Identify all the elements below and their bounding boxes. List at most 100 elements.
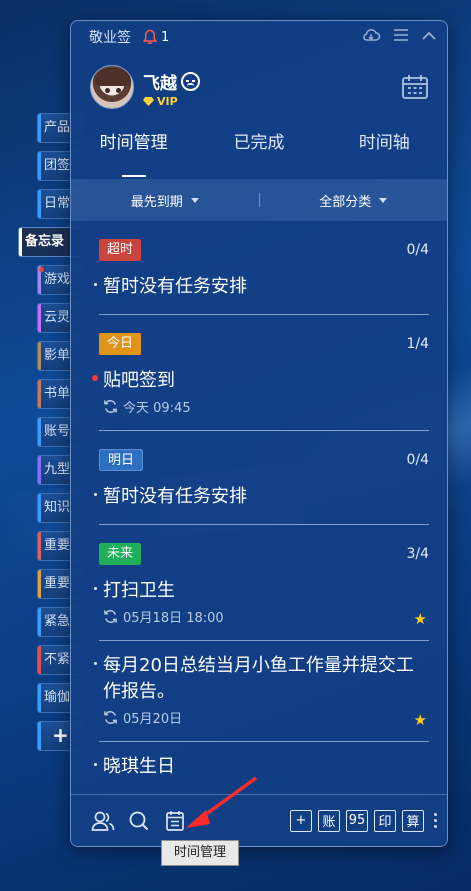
task-meta: 05月18日 18:00 (103, 607, 429, 626)
tab-bar: 时间管理 已完成 时间轴 (71, 119, 447, 179)
side-tab-label: 产品 (44, 120, 71, 135)
repeat-reminder-icon (103, 609, 118, 624)
filter-bar: 最先到期 全部分类 (71, 179, 447, 221)
side-tab-label: + (52, 723, 69, 747)
bell-icon[interactable] (143, 29, 157, 45)
tooltip: 时间管理 (161, 840, 239, 866)
menu-icon[interactable] (393, 28, 409, 46)
username-text: 飞越 (143, 74, 177, 94)
section-header: 今日 1/4 (99, 332, 429, 356)
task-title: 暂时没有任务安排 (103, 486, 247, 507)
task-time: 05月20日 (123, 712, 183, 727)
section-header: 明日 0/4 (99, 448, 429, 472)
task-title: 打扫卫生 (103, 580, 175, 601)
tab-time-management[interactable]: 时间管理 (71, 119, 196, 179)
task-item[interactable]: 打扫卫生 05月18日 18:00 ★ (94, 566, 429, 641)
task-section-future: 未来 3/4 打扫卫生 05月18日 18:00 ★ 每月20日总结当月小鱼工作量并提交工… (94, 542, 429, 795)
side-tab-label: 紧急 (44, 614, 71, 629)
calendar-icon[interactable] (401, 73, 429, 101)
more-options-icon[interactable] (434, 813, 437, 828)
quick-tool-button[interactable]: 印 (374, 809, 396, 832)
side-tab-label: 九型 (44, 462, 71, 477)
vip-label: VIP (157, 95, 178, 108)
repeat-reminder-icon (103, 399, 118, 414)
tab-color-edge (19, 228, 22, 256)
contacts-icon[interactable] (91, 809, 115, 833)
app-name: 敬业签 (89, 30, 131, 46)
task-item[interactable]: 晓琪生日 (94, 742, 429, 795)
task-item[interactable]: 贴吧签到今天 09:45 (92, 356, 429, 431)
category-dropdown[interactable]: 全部分类 (260, 191, 448, 210)
quick-tool-button[interactable]: 账 (318, 809, 340, 832)
time-management-icon[interactable] (163, 809, 187, 833)
title-bar: 敬业签 1 (71, 21, 447, 53)
side-tab-label: 日常 (44, 196, 71, 211)
task-meta: 05月20日 (103, 708, 429, 727)
main-panel: 敬业签 1 飞越 VIP 时间管理 已完成 时间轴 最先到期 全部分类 超时 0… (70, 20, 448, 847)
side-tab-label: 重要 (44, 538, 71, 553)
bottom-toolbar: + 账 95 印算 (71, 794, 447, 846)
tab-timeline[interactable]: 时间轴 (322, 119, 447, 179)
side-tab-label: 云灵 (44, 310, 71, 325)
side-tab-label: 团签 (44, 158, 71, 173)
side-tab-label: 知识 (44, 500, 71, 515)
quick-tool-button[interactable]: 算 (402, 809, 424, 832)
bullet-dot (94, 283, 97, 286)
task-list[interactable]: 超时 0/4 暂时没有任务安排 今日 1/4 贴吧签到 今天 09:45 明日 0/4 暂时没有任… (71, 221, 447, 796)
tab-color-edge (38, 304, 41, 332)
bullet-dot (94, 763, 97, 766)
section-count: 0/4 (406, 452, 429, 468)
star-icon[interactable]: ★ (414, 711, 427, 729)
chevron-down-icon (379, 197, 388, 203)
angry-face-icon (181, 72, 200, 91)
profile-area: 飞越 VIP (71, 53, 447, 119)
task-title: 暂时没有任务安排 (103, 276, 247, 297)
side-tab-label: 游戏 (44, 272, 71, 287)
side-tab-label: 备忘录 (25, 234, 65, 249)
section-badge: 未来 (99, 543, 142, 565)
section-count: 0/4 (406, 242, 429, 258)
star-icon[interactable]: ★ (414, 610, 427, 628)
quick-tool-button[interactable]: 95 (346, 809, 368, 832)
task-time: 今天 09:45 (123, 401, 191, 416)
tab-color-edge (38, 114, 41, 142)
username: 飞越 (143, 69, 200, 94)
cloud-sync-icon[interactable] (361, 27, 381, 47)
side-tab-label: 不紧 (44, 652, 71, 667)
task-item[interactable]: 暂时没有任务安排 (94, 472, 429, 525)
tab-color-edge (38, 418, 41, 446)
tab-color-edge (38, 152, 41, 180)
tab-color-edge (38, 684, 41, 712)
sort-dropdown[interactable]: 最先到期 (71, 191, 259, 210)
collapse-icon[interactable] (421, 29, 437, 45)
tab-color-edge (38, 456, 41, 484)
bullet-dot (94, 493, 97, 496)
bullet-dot (94, 587, 97, 590)
side-tab-label: 瑜伽 (44, 690, 71, 705)
vip-badge: VIP (143, 95, 178, 108)
tab-completed[interactable]: 已完成 (196, 119, 321, 179)
tab-color-edge (38, 608, 41, 636)
side-tab-label: 重要 (44, 576, 71, 591)
tab-color-edge (38, 646, 41, 674)
search-icon[interactable] (127, 809, 151, 833)
section-header: 未来 3/4 (99, 542, 429, 566)
repeat-reminder-icon (103, 710, 118, 725)
tab-color-edge (38, 722, 41, 750)
unread-dot (39, 267, 44, 272)
task-section-overdue: 超时 0/4 暂时没有任务安排 (94, 238, 429, 315)
section-header: 超时 0/4 (99, 238, 429, 262)
section-badge: 今日 (99, 333, 142, 355)
tab-color-edge (38, 190, 41, 218)
tab-color-edge (38, 532, 41, 560)
category-label: 全部分类 (319, 194, 372, 210)
add-task-button[interactable]: + (290, 809, 312, 832)
task-item[interactable]: 暂时没有任务安排 (94, 262, 429, 315)
task-title: 晓琪生日 (103, 756, 175, 777)
task-section-today: 今日 1/4 贴吧签到 今天 09:45 (92, 332, 429, 431)
avatar[interactable] (90, 65, 134, 109)
reminder-dot (92, 375, 98, 381)
task-item[interactable]: 每月20日总结当月小鱼工作量并提交工作报告。 05月20日 ★ (94, 641, 429, 742)
side-tab-label: 账号 (44, 424, 71, 439)
task-title: 贴吧签到 (103, 370, 175, 391)
